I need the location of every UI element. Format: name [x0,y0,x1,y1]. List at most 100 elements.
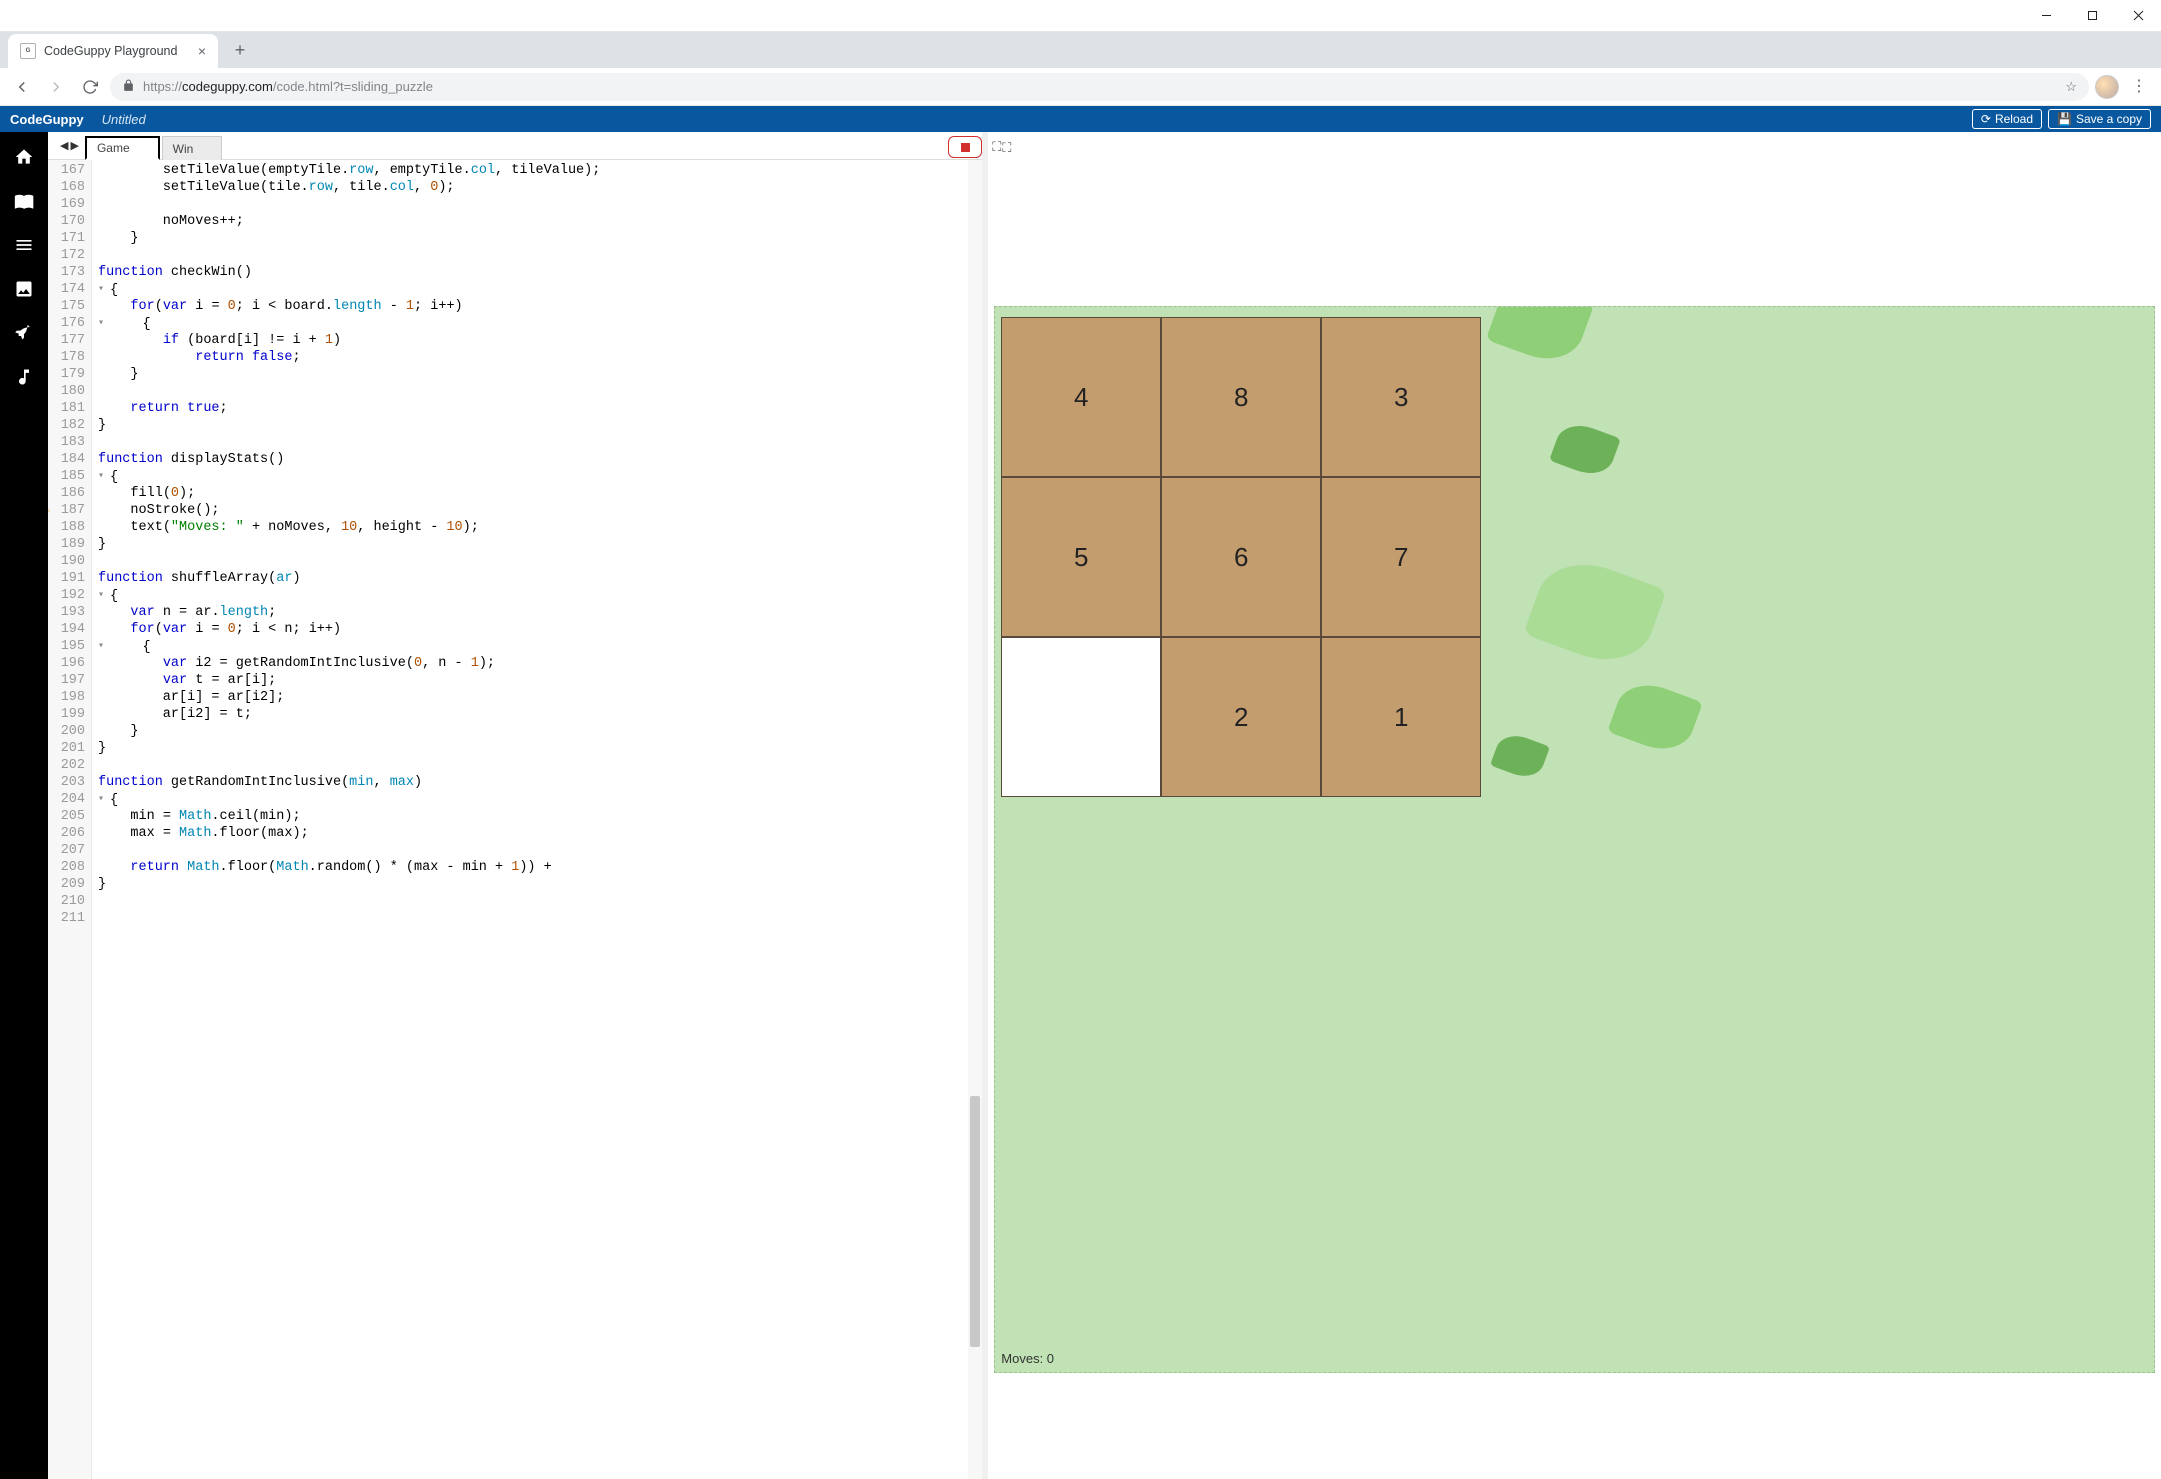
back-button[interactable] [8,73,36,101]
gutter-line: 193 [56,604,85,621]
gutter-line: 197 [56,672,85,689]
code-line[interactable]: ▾ { [98,468,982,485]
code-line[interactable] [98,757,982,774]
code-line[interactable]: noStroke(); [98,502,982,519]
browser-tab-active[interactable]: G CodeGuppy Playground × [8,34,218,68]
gutter-line: 175 [56,298,85,315]
code-line[interactable]: max = Math.floor(max); [98,825,982,842]
code-line[interactable]: setTileValue(tile.row, tile.col, 0); [98,179,982,196]
window-minimize-button[interactable] [2023,0,2069,31]
code-line[interactable]: var t = ar[i]; [98,672,982,689]
expand-editor-icon[interactable]: ⛶ [992,139,1001,155]
image-icon[interactable] [13,278,35,300]
code-line[interactable]: text("Moves: " + noMoves, 10, height - 1… [98,519,982,536]
sidebar [0,132,48,1479]
code-line[interactable]: ▾ { [98,791,982,808]
code-line[interactable]: for(var i = 0; i < n; i++) [98,621,982,638]
code-line[interactable] [98,434,982,451]
reload-app-button[interactable]: ⟳Reload [1972,109,2042,129]
puzzle-tile-empty[interactable] [1001,637,1161,797]
canvas-area: 48356721 Moves: 0 [994,166,2155,1473]
scrollbar-thumb[interactable] [970,1096,980,1347]
star-icon[interactable]: ☆ [2065,79,2077,95]
window-close-button[interactable] [2115,0,2161,31]
doc-title: Untitled [102,112,146,127]
puzzle-tile[interactable]: 6 [1161,477,1321,637]
stop-button[interactable] [948,136,982,158]
code-line[interactable]: } [98,230,982,247]
gutter-line: 187 [56,502,85,519]
code-line[interactable]: } [98,366,982,383]
code-line[interactable]: } [98,536,982,553]
reload-button[interactable] [76,73,104,101]
code-content[interactable]: setTileValue(emptyTile.row, emptyTile.co… [92,160,982,1479]
puzzle-tile[interactable]: 4 [1001,317,1161,477]
code-line[interactable] [98,196,982,213]
menu-icon[interactable] [13,234,35,256]
home-icon[interactable] [13,146,35,168]
save-copy-button[interactable]: 💾Save a copy [2048,109,2151,129]
code-line[interactable]: setTileValue(emptyTile.row, emptyTile.co… [98,162,982,179]
gutter-line: 186 [56,485,85,502]
code-line[interactable]: return false; [98,349,982,366]
address-bar[interactable]: https://codeguppy.com/code.html?t=slidin… [110,73,2089,101]
code-line[interactable] [98,893,982,910]
code-line[interactable]: for(var i = 0; i < board.length - 1; i++… [98,298,982,315]
code-line[interactable] [98,842,982,859]
editor-scrollbar[interactable] [968,160,982,1479]
code-line[interactable]: fill(0); [98,485,982,502]
puzzle-tile[interactable]: 5 [1001,477,1161,637]
rocket-icon[interactable] [13,322,35,344]
code-line[interactable]: ▾ { [98,315,982,332]
code-line[interactable]: } [98,723,982,740]
profile-avatar[interactable] [2095,75,2119,99]
refresh-icon: ⟳ [1981,112,1991,126]
book-icon[interactable] [13,190,35,212]
puzzle-tile[interactable]: 2 [1161,637,1321,797]
editor-tab-win[interactable]: Win [162,136,223,160]
code-line[interactable]: } [98,876,982,893]
code-line[interactable]: function displayStats() [98,451,982,468]
puzzle-tile[interactable]: 8 [1161,317,1321,477]
forward-button[interactable] [42,73,70,101]
code-line[interactable]: return true; [98,400,982,417]
stop-icon [961,143,970,152]
code-line[interactable]: noMoves++; [98,213,982,230]
expand-output-icon[interactable]: ⛶ [1002,140,1011,156]
tab-close-icon[interactable]: × [198,43,206,59]
code-line[interactable]: } [98,740,982,757]
code-line[interactable]: function shuffleArray(ar) [98,570,982,587]
browser-menu-button[interactable]: ⋮ [2125,79,2153,95]
code-line[interactable]: function checkWin() [98,264,982,281]
puzzle-tile[interactable]: 7 [1321,477,1481,637]
code-line[interactable]: ▾ { [98,587,982,604]
window-maximize-button[interactable] [2069,0,2115,31]
code-line[interactable]: ▾ { [98,281,982,298]
puzzle-tile[interactable]: 3 [1321,317,1481,477]
gutter-line: 180 [56,383,85,400]
code-line[interactable] [98,553,982,570]
code-editor[interactable]: ▲ 16716816917017117217317417517617717817… [48,160,982,1479]
new-tab-button[interactable]: + [226,36,254,64]
code-line[interactable] [98,910,982,927]
code-line[interactable]: var n = ar.length; [98,604,982,621]
code-line[interactable]: ▾ { [98,638,982,655]
code-line[interactable]: ar[i] = ar[i2]; [98,689,982,706]
code-line[interactable] [98,247,982,264]
editor-tab-game[interactable]: Game [85,136,160,160]
music-icon[interactable] [13,366,35,388]
code-line[interactable]: var i2 = getRandomIntInclusive(0, n - 1)… [98,655,982,672]
code-line[interactable] [98,383,982,400]
moves-label: Moves: 0 [1001,1351,1054,1366]
gutter-line: 205 [56,808,85,825]
tab-scroll-arrows[interactable]: ◀▶ [54,132,85,159]
puzzle-tile[interactable]: 1 [1321,637,1481,797]
code-line[interactable]: min = Math.ceil(min); [98,808,982,825]
code-line[interactable]: } [98,417,982,434]
code-line[interactable]: if (board[i] != i + 1) [98,332,982,349]
code-line[interactable]: return Math.floor(Math.random() * (max -… [98,859,982,876]
gutter-line: 204 [56,791,85,808]
app-brand[interactable]: CodeGuppy [10,112,84,127]
code-line[interactable]: function getRandomIntInclusive(min, max) [98,774,982,791]
code-line[interactable]: ar[i2] = t; [98,706,982,723]
